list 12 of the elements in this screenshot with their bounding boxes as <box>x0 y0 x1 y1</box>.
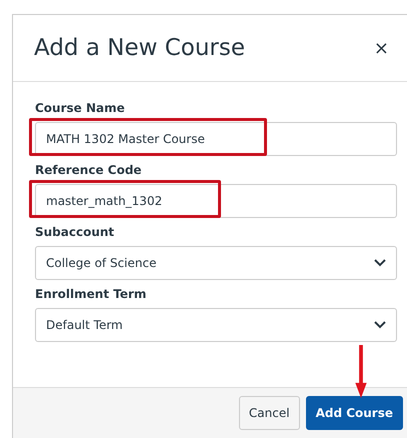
add-course-button[interactable]: Add Course <box>306 396 403 430</box>
select-field[interactable]: Default Term <box>35 308 397 342</box>
field-label: Reference Code <box>35 163 142 177</box>
field-label: Subaccount <box>35 225 114 239</box>
field-label: Enrollment Term <box>35 287 146 301</box>
chevron-down-icon <box>374 321 386 329</box>
cancel-button[interactable]: Cancel <box>238 396 300 430</box>
field-label: Course Name <box>35 101 125 115</box>
dialog-title: Add a New Course <box>34 35 246 61</box>
chevron-down-icon <box>374 259 386 267</box>
select-field[interactable]: College of Science <box>35 246 397 280</box>
close-button[interactable]: × <box>370 36 393 60</box>
